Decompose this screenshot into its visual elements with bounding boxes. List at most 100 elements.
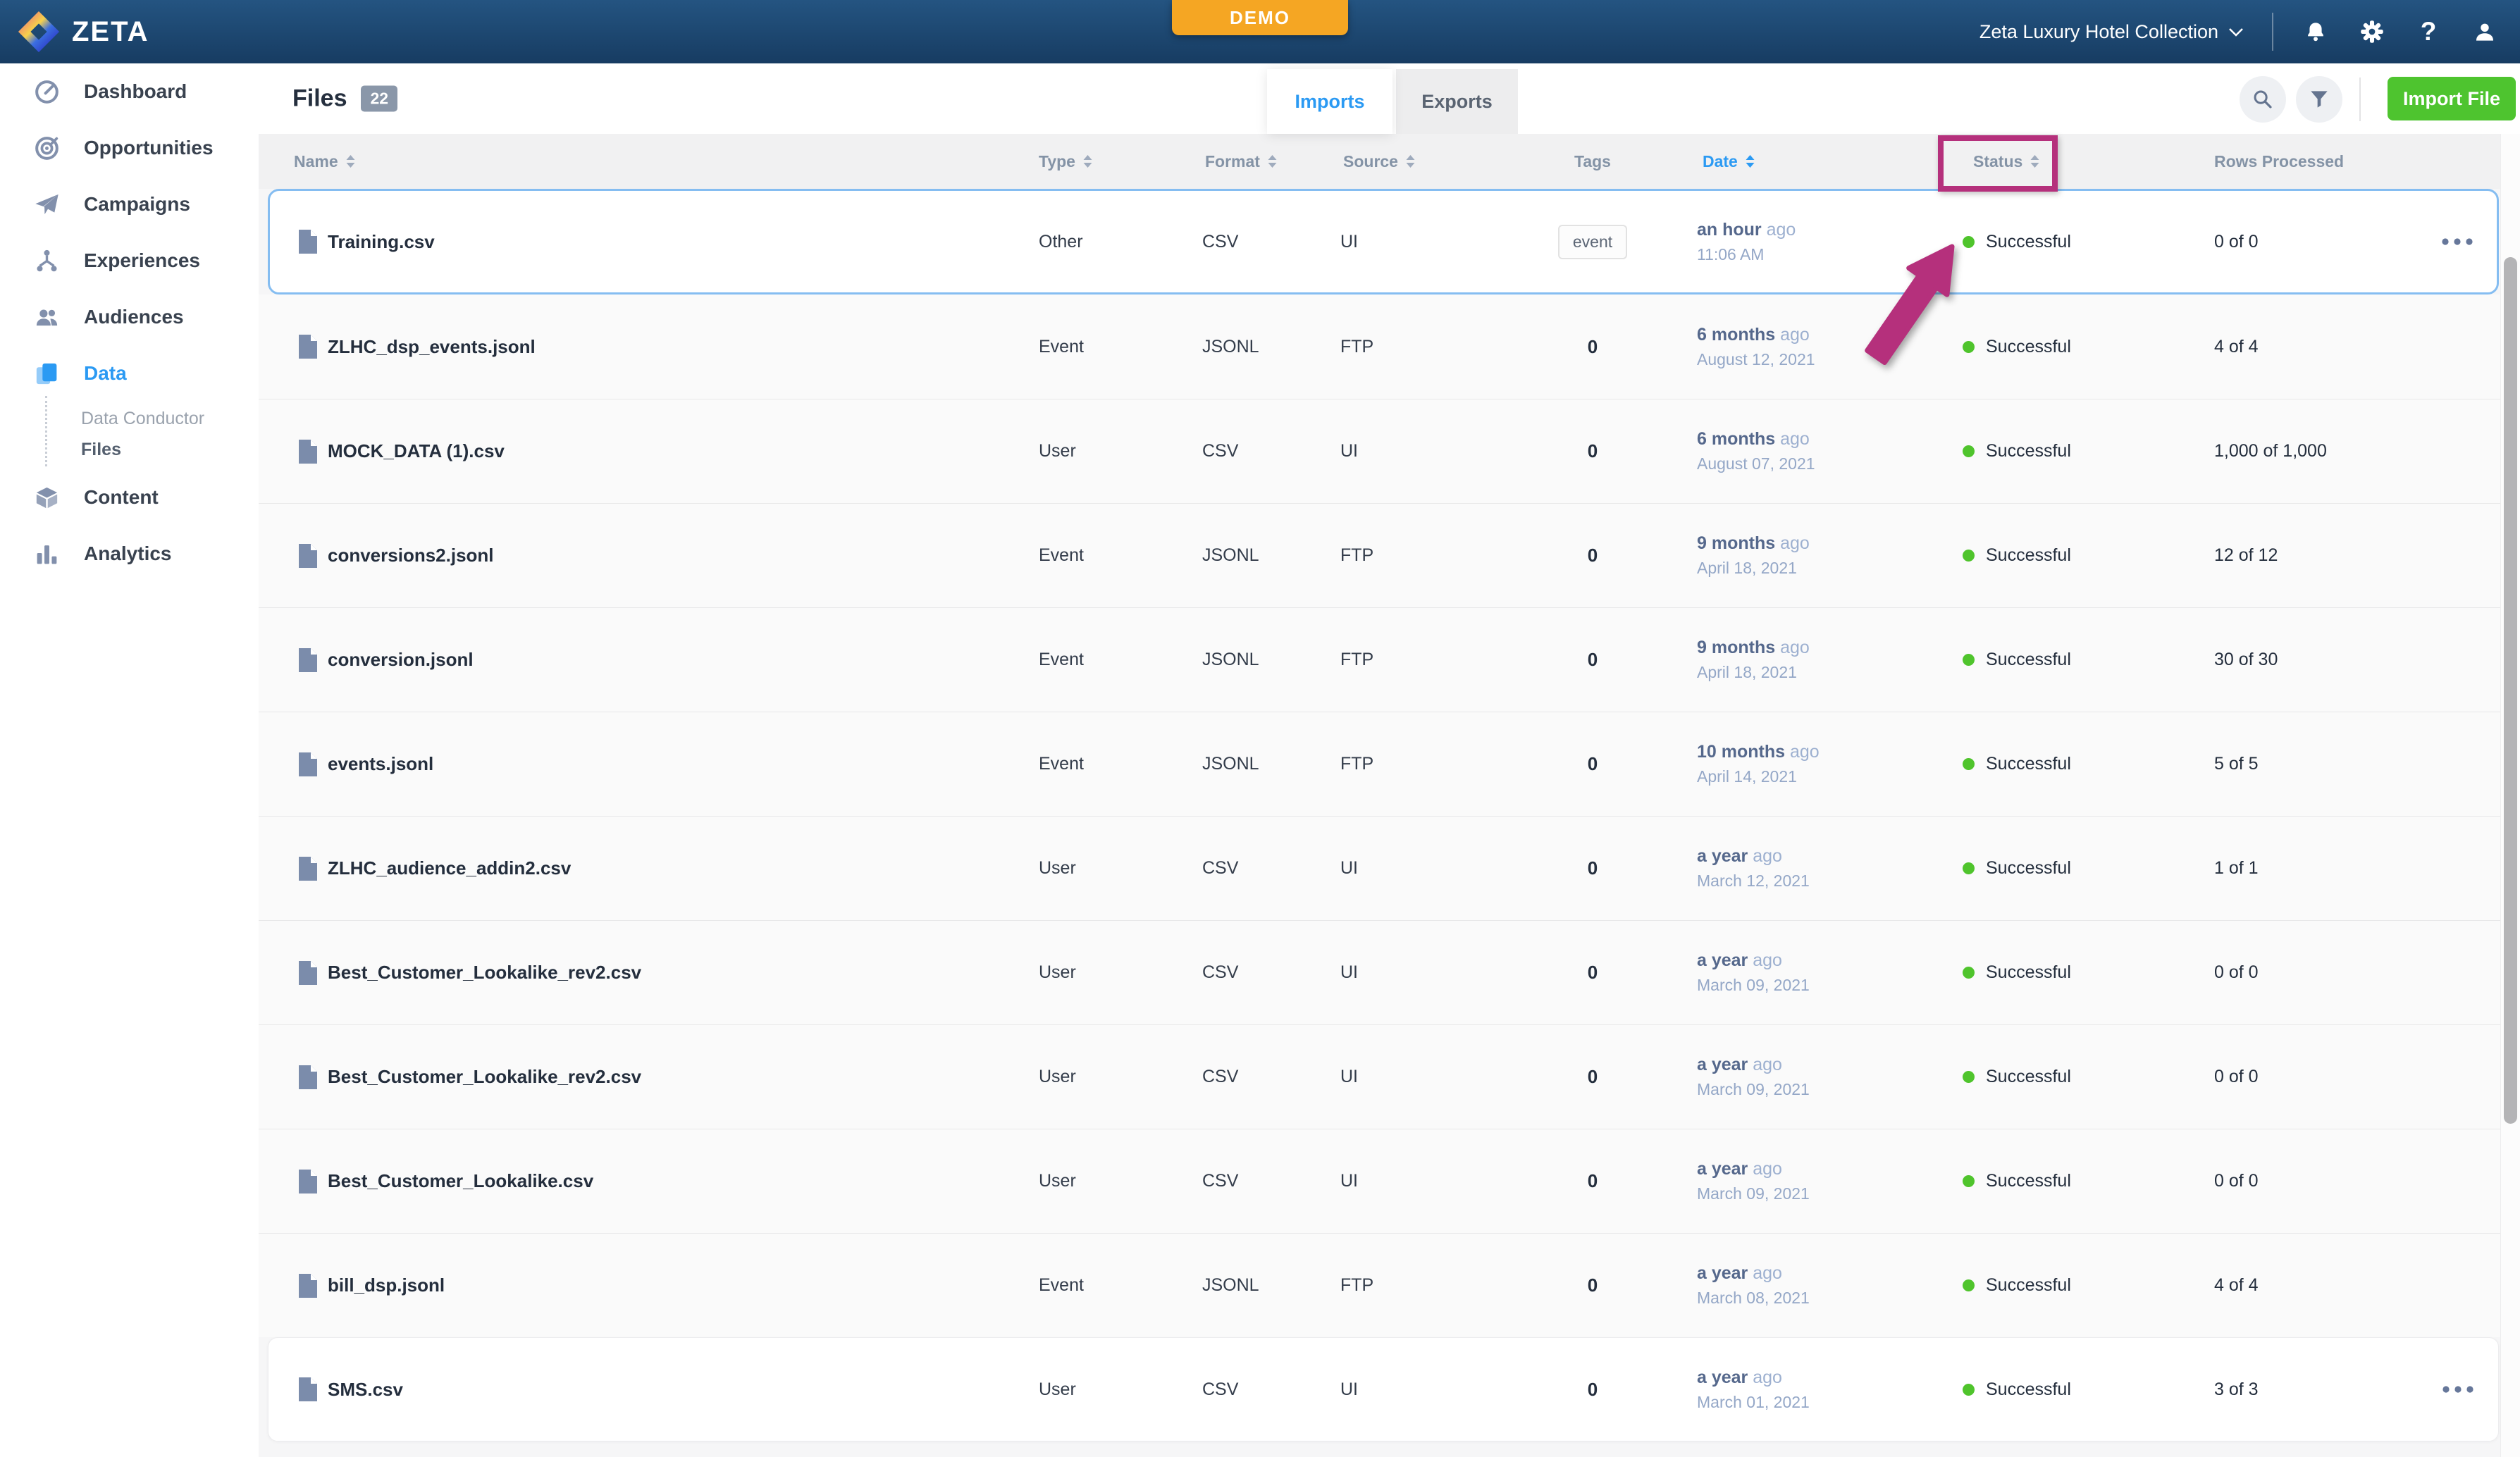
table-row[interactable]: ZLHC_dsp_events.jsonl Event JSONL FTP 0 … [259,294,2500,399]
table-row[interactable]: ZLHC_audience_addin2.csv User CSV UI 0 a… [259,816,2500,920]
file-icon [298,1065,318,1090]
status-dot [1963,341,1975,353]
file-name[interactable]: conversion.jsonl [328,649,474,671]
file-name[interactable]: bill_dsp.jsonl [328,1275,445,1296]
cell-actions [2417,760,2500,769]
page-title: Files [292,85,347,113]
file-name[interactable]: events.jsonl [328,753,433,775]
cell-format: CSV [1191,1380,1332,1400]
table-row[interactable]: SMS.csv User CSV UI 0 a year ago March 0… [268,1337,2499,1442]
help-icon[interactable]: ? [2414,18,2442,46]
date-detail: August 07, 2021 [1697,454,1952,473]
status-dot [1963,967,1975,979]
table-row[interactable]: Best_Customer_Lookalike_rev2.csv User CS… [259,1024,2500,1129]
cell-rows-processed: 30 of 30 [2206,650,2417,670]
tag-count: 0 [1588,1066,1598,1087]
file-icon [298,439,318,464]
sidebar-item-audiences[interactable]: Audiences [0,289,259,345]
file-icon [298,1169,318,1194]
cell-rows-processed: 4 of 4 [2206,337,2417,357]
sidebar-item-opportunities[interactable]: Opportunities [0,120,259,176]
cell-actions [2417,656,2500,664]
cell-actions [2417,1282,2500,1290]
sidebar-item-files[interactable]: Files [0,434,259,465]
cell-status: Successful [1952,1067,2206,1087]
table-row[interactable]: bill_dsp.jsonl Event JSONL FTP 0 a year … [259,1233,2500,1337]
status-label: Successful [1986,858,2071,879]
table-row[interactable]: Best_Customer_Lookalike.csv User CSV UI … [259,1129,2500,1233]
file-name[interactable]: ZLHC_dsp_events.jsonl [328,336,536,358]
import-file-button[interactable]: Import File [2388,77,2516,120]
file-name[interactable]: ZLHC_audience_addin2.csv [328,857,571,879]
row-menu-icon[interactable] [2441,237,2473,246]
sidebar-item-campaigns[interactable]: Campaigns [0,176,259,232]
cell-date: an hour ago 11:06 AM [1670,220,1952,264]
cell-source: UI [1332,1380,1515,1400]
file-name[interactable]: MOCK_DATA (1).csv [328,440,505,462]
gear-icon[interactable] [2358,18,2386,46]
cell-tags: 0 [1515,440,1670,462]
filter-button[interactable] [2296,76,2342,123]
tab-imports[interactable]: Imports [1267,69,1392,134]
date-ago: ago [1753,846,1782,866]
files-table-body: Training.csv Other CSV UI event an hour … [259,189,2500,1442]
column-header-source[interactable]: Source [1332,152,1515,171]
file-icon [298,229,318,254]
user-icon[interactable] [2471,18,2499,46]
tag-count: 0 [1588,649,1598,670]
column-header-date[interactable]: Date [1670,152,1952,171]
sidebar-item-data-conductor[interactable]: Data Conductor [0,403,259,434]
sidebar-item-dashboard[interactable]: Dashboard [0,63,259,120]
account-switcher[interactable]: Zeta Luxury Hotel Collection [1979,21,2244,43]
table-row[interactable]: events.jsonl Event JSONL FTP 0 10 months… [259,712,2500,816]
file-name[interactable]: SMS.csv [328,1379,403,1401]
table-row[interactable]: conversion.jsonl Event JSONL FTP 0 9 mon… [259,607,2500,712]
table-row[interactable]: Training.csv Other CSV UI event an hour … [268,189,2499,294]
file-name[interactable]: Training.csv [328,231,435,253]
sidebar-item-content[interactable]: Content [0,469,259,526]
zeta-logo[interactable]: ZETA [17,10,149,54]
cell-status: Successful [1952,337,2206,357]
main-content: Files 22 Imports Exports Import File Nam… [259,63,2520,1457]
cell-name: SMS.csv [270,1377,1033,1402]
cell-rows-processed: 0 of 0 [2206,1171,2417,1191]
table-row[interactable]: MOCK_DATA (1).csv User CSV UI 0 6 months… [259,399,2500,503]
column-header-rows-processed: Rows Processed [2206,152,2417,171]
sidebar-item-analytics[interactable]: Analytics [0,526,259,582]
scrollbar-track[interactable] [2500,134,2520,1457]
date-detail: March 09, 2021 [1697,976,1952,995]
file-name[interactable]: conversions2.jsonl [328,545,494,566]
cell-date: a year ago March 09, 2021 [1670,1055,1952,1099]
tab-exports[interactable]: Exports [1396,69,1518,134]
cell-type: Event [1033,1275,1191,1296]
search-button[interactable] [2240,76,2286,123]
tag-pill[interactable]: event [1558,225,1627,259]
cell-type: User [1033,962,1191,983]
table-row[interactable]: conversions2.jsonl Event JSONL FTP 0 9 m… [259,503,2500,607]
file-icon [298,960,318,986]
cell-status: Successful [1952,441,2206,461]
table-row[interactable]: Best_Customer_Lookalike_rev2.csv User CS… [259,920,2500,1024]
date-ago: ago [1780,638,1810,657]
cell-tags: 0 [1515,753,1670,775]
file-name[interactable]: Best_Customer_Lookalike.csv [328,1170,593,1192]
column-header-type[interactable]: Type [1033,152,1191,171]
cell-tags: 0 [1515,857,1670,879]
row-menu-icon[interactable] [2442,1385,2474,1394]
scrollbar-thumb[interactable] [2504,257,2517,1124]
column-header-status[interactable]: Status [1952,152,2206,171]
column-header-name[interactable]: Name [270,152,1033,171]
flow-icon [34,248,60,274]
sidebar-item-experiences[interactable]: Experiences [0,232,259,289]
cell-format: JSONL [1191,650,1332,670]
tag-count: 0 [1588,1379,1598,1400]
status-label: Successful [1986,232,2071,252]
cell-rows-processed: 3 of 3 [2206,1380,2417,1400]
file-name[interactable]: Best_Customer_Lookalike_rev2.csv [328,962,641,984]
sidebar-item-data[interactable]: Data [0,345,259,402]
cell-name: Best_Customer_Lookalike_rev2.csv [270,1065,1033,1090]
bell-icon[interactable] [2302,18,2330,46]
column-header-format[interactable]: Format [1191,152,1332,171]
file-name[interactable]: Best_Customer_Lookalike_rev2.csv [328,1066,641,1088]
cell-date: 6 months ago August 07, 2021 [1670,429,1952,473]
